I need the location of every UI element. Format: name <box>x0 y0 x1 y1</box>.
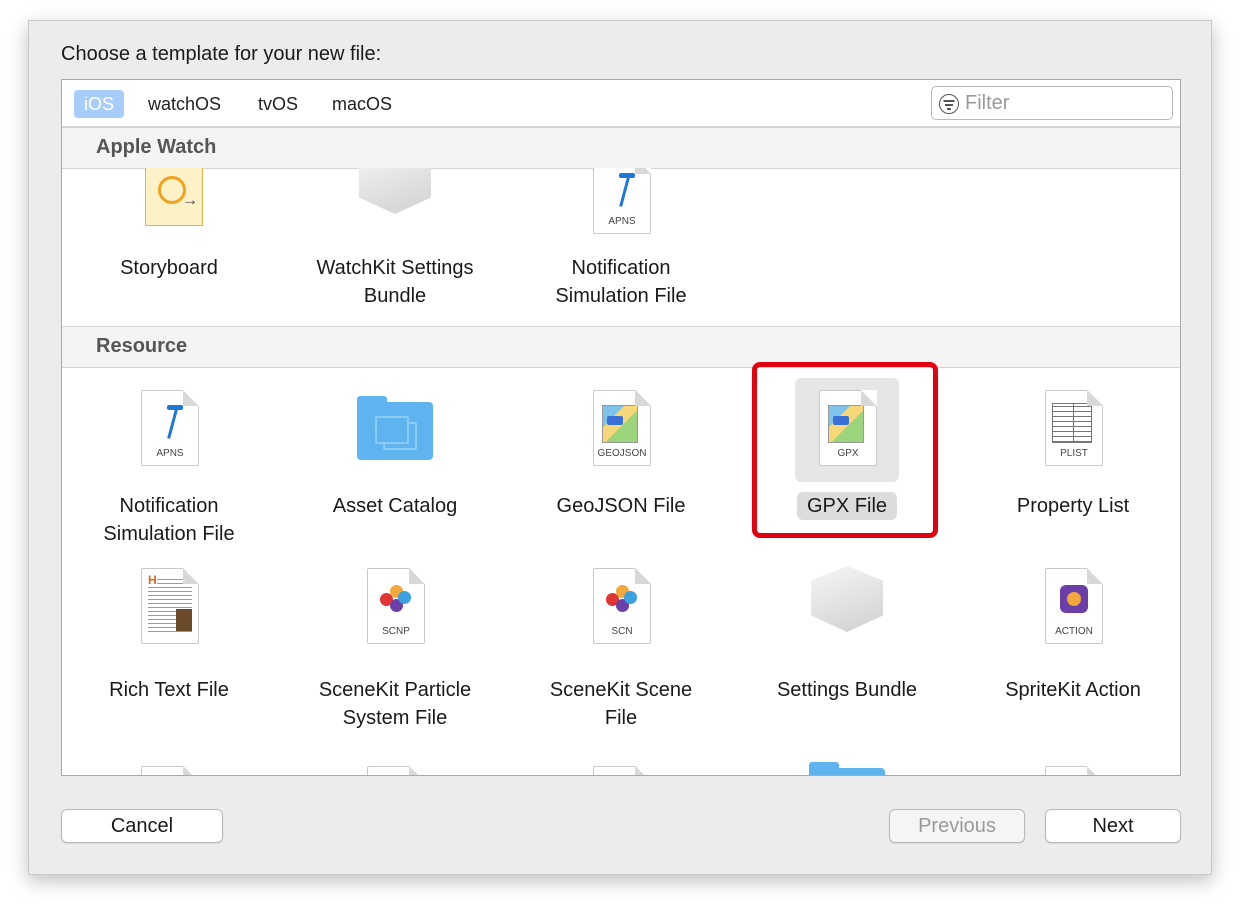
template-label: GPX File <box>796 492 898 520</box>
settings-bundle-icon <box>795 556 899 660</box>
apns-file-icon: APNS <box>569 168 673 238</box>
template-storyboard[interactable]: Storyboard <box>64 168 274 282</box>
apns-file-icon: APNS <box>117 378 221 482</box>
tab-macos[interactable]: macOS <box>322 90 402 118</box>
template-spritekit-action[interactable]: ACTION SpriteKit Action <box>968 556 1178 704</box>
next-button[interactable]: Next <box>1045 809 1181 843</box>
settings-bundle-icon <box>343 168 447 238</box>
section-title: Resource <box>96 335 188 357</box>
file-icon <box>117 754 221 775</box>
cancel-button[interactable]: Cancel <box>61 809 223 843</box>
file-ext: SCNP <box>382 626 410 637</box>
template-partial[interactable] <box>742 754 952 775</box>
tab-watchos[interactable]: watchOS <box>138 90 231 118</box>
section-header-apple-watch: Apple Watch <box>62 127 1180 169</box>
template-label: GeoJSON File <box>556 495 686 517</box>
template-property-list[interactable]: PLIST Property List <box>968 378 1178 520</box>
action-file-icon: ACTION <box>1021 556 1125 660</box>
storyboard-icon <box>117 168 221 238</box>
template-label: SpriteKit Action <box>1005 679 1141 701</box>
template-label: Property List <box>1016 495 1130 517</box>
platform-bar: iOS watchOS tvOS macOS <box>62 80 1180 127</box>
file-ext: GPX <box>837 448 859 459</box>
file-icon <box>569 754 673 775</box>
template-settings-bundle[interactable]: Settings Bundle <box>742 556 952 704</box>
file-ext: PLIST <box>1060 448 1088 459</box>
tab-tvos[interactable]: tvOS <box>248 90 308 118</box>
new-file-sheet: Choose a template for your new file: iOS… <box>28 20 1212 875</box>
section-header-resource: Resource <box>62 326 1180 368</box>
template-label: Settings Bundle <box>776 679 918 701</box>
folder-icon <box>795 754 899 775</box>
file-icon <box>1021 754 1125 775</box>
dialog-title: Choose a template for your new file: <box>61 43 382 65</box>
template-label: Storyboard <box>120 257 218 279</box>
plist-file-icon: PLIST <box>1021 378 1125 482</box>
template-label: WatchKit Settings Bundle <box>316 257 474 307</box>
template-notification-simulation[interactable]: APNS Notification Simulation File <box>64 378 274 548</box>
template-scenekit-scene[interactable]: SCN SceneKit Scene File <box>516 556 726 732</box>
file-ext: APNS <box>156 448 184 459</box>
gpx-file-icon: GPX <box>795 378 899 482</box>
template-partial[interactable] <box>290 754 500 775</box>
template-watchkit-settings-bundle[interactable]: WatchKit Settings Bundle <box>290 168 500 310</box>
section-title: Apple Watch <box>96 136 217 158</box>
file-ext: APNS <box>608 216 636 227</box>
template-geojson-file[interactable]: GEOJSON GeoJSON File <box>516 378 726 520</box>
template-notification-simulation-apple-watch[interactable]: APNS Notification Simulation File <box>516 168 726 310</box>
template-label: Asset Catalog <box>332 495 458 517</box>
template-panel: iOS watchOS tvOS macOS Apple Watch Story… <box>61 79 1181 776</box>
template-scenekit-particle[interactable]: SCNP SceneKit Particle System File <box>290 556 500 732</box>
filter-field[interactable] <box>931 86 1173 120</box>
template-asset-catalog[interactable]: Asset Catalog <box>290 378 500 520</box>
template-partial[interactable] <box>516 754 726 775</box>
filter-input[interactable] <box>965 91 1165 115</box>
template-rich-text-file[interactable]: Rich Text File <box>64 556 274 704</box>
template-label: Notification Simulation File <box>103 495 235 545</box>
template-gpx-file[interactable]: GPX GPX File <box>742 378 952 520</box>
tab-ios[interactable]: iOS <box>74 90 125 118</box>
file-icon <box>343 754 447 775</box>
template-label: SceneKit Particle System File <box>318 679 472 729</box>
template-partial[interactable] <box>968 754 1178 775</box>
asset-catalog-folder-icon <box>343 378 447 482</box>
template-label: Rich Text File <box>109 679 229 701</box>
scn-file-icon: SCN <box>569 556 673 660</box>
template-partial[interactable] <box>64 754 274 775</box>
file-ext: GEOJSON <box>597 448 647 459</box>
template-label: Notification Simulation File <box>555 257 687 307</box>
file-ext: ACTION <box>1055 626 1093 637</box>
previous-button[interactable]: Previous <box>889 809 1025 843</box>
file-ext: SCN <box>611 626 633 637</box>
template-label: SceneKit Scene File <box>549 679 693 729</box>
filter-icon <box>939 94 959 114</box>
rtf-file-icon <box>117 556 221 660</box>
scnp-file-icon: SCNP <box>343 556 447 660</box>
geojson-file-icon: GEOJSON <box>569 378 673 482</box>
